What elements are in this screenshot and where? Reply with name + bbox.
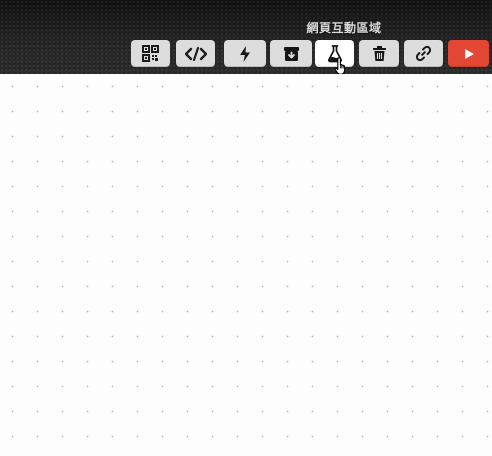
flash-button[interactable] [224, 40, 266, 67]
page: 網頁互動區域 [0, 0, 492, 456]
trash-icon [372, 46, 386, 61]
link-icon [415, 45, 432, 62]
tooltip: 網頁互動區域 [306, 21, 382, 35]
web-interaction-canvas[interactable] [0, 74, 492, 456]
lab-button[interactable] [315, 40, 354, 67]
qrcode-icon [142, 45, 159, 62]
link-button[interactable] [404, 40, 443, 67]
qrcode-button[interactable] [131, 40, 170, 67]
lightning-icon [240, 45, 250, 62]
archive-download-icon [283, 46, 299, 61]
save-button[interactable] [270, 40, 312, 67]
top-toolbar: 網頁互動區域 [0, 0, 492, 75]
code-button[interactable] [176, 40, 215, 67]
code-icon [184, 46, 207, 61]
delete-button[interactable] [359, 40, 399, 67]
flask-icon [327, 44, 342, 62]
run-button[interactable] [448, 40, 489, 67]
play-icon [464, 48, 474, 59]
